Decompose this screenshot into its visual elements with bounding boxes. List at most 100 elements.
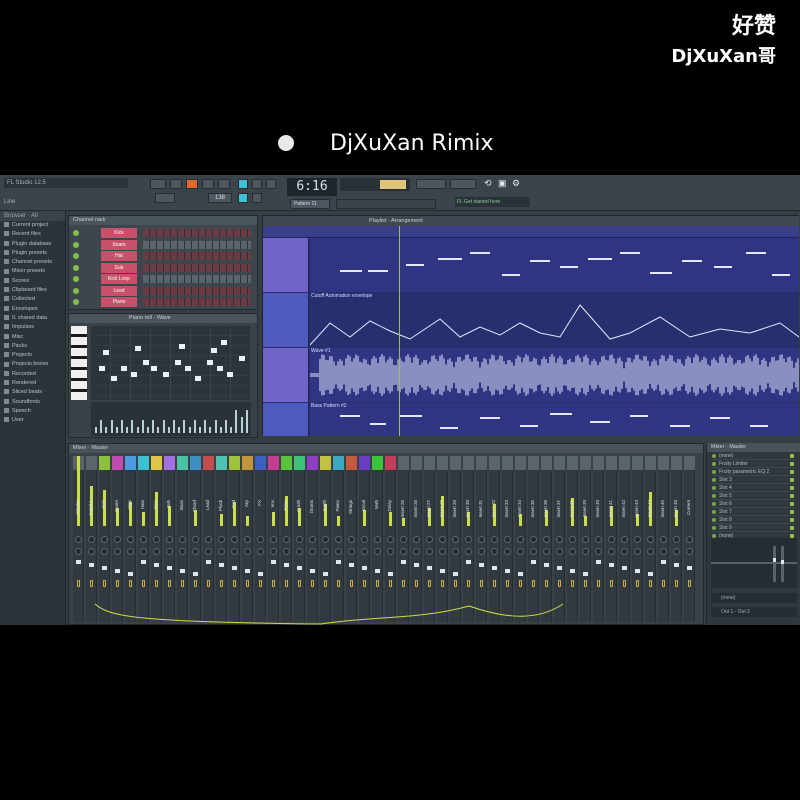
volume-fader[interactable] xyxy=(440,569,445,573)
stereo-knob[interactable] xyxy=(569,548,576,555)
step-sequencer[interactable] xyxy=(143,229,251,237)
slot-mix-icon[interactable] xyxy=(790,470,794,474)
velocity-bar[interactable] xyxy=(209,427,212,433)
volume-fader[interactable] xyxy=(271,560,276,564)
slot-enable-icon[interactable] xyxy=(712,486,716,490)
piano-note[interactable] xyxy=(179,344,185,349)
volume-fader[interactable] xyxy=(375,569,380,573)
stereo-knob[interactable] xyxy=(114,548,121,555)
volume-fader[interactable] xyxy=(544,563,549,567)
volume-fader[interactable] xyxy=(180,569,185,573)
slot-enable-icon[interactable] xyxy=(712,478,716,482)
pan-knob[interactable] xyxy=(569,536,576,543)
playlist-note[interactable] xyxy=(620,252,640,254)
pan-knob[interactable] xyxy=(556,536,563,543)
pan-knob[interactable] xyxy=(673,536,680,543)
browser-item[interactable]: Misc xyxy=(0,333,65,342)
volume-fader[interactable] xyxy=(479,563,484,567)
fx-eq-display[interactable] xyxy=(711,538,797,588)
channel-name-button[interactable]: Kick Loop xyxy=(101,274,137,284)
piano-note[interactable] xyxy=(103,350,109,355)
insert-color-tab[interactable] xyxy=(255,456,266,470)
pan-knob[interactable] xyxy=(101,536,108,543)
insert-color-tab[interactable] xyxy=(671,456,682,470)
velocity-bar[interactable] xyxy=(157,427,160,433)
volume-fader[interactable] xyxy=(336,560,341,564)
fx-out-selector[interactable]: (none) xyxy=(711,593,797,603)
browser-item[interactable]: Plugin presets xyxy=(0,249,65,258)
pan-knob[interactable] xyxy=(543,536,550,543)
track-lane-cutoff[interactable] xyxy=(310,293,799,347)
pan-knob[interactable] xyxy=(517,536,524,543)
pan-knob[interactable] xyxy=(595,536,602,543)
volume-fader[interactable] xyxy=(414,563,419,567)
channel-row[interactable]: Lead xyxy=(73,285,255,296)
insert-color-tab[interactable] xyxy=(567,456,578,470)
volume-fader[interactable] xyxy=(128,572,133,576)
volume-fader[interactable] xyxy=(154,563,159,567)
pan-knob[interactable] xyxy=(452,536,459,543)
stereo-knob[interactable] xyxy=(361,548,368,555)
velocity-bar[interactable] xyxy=(136,427,139,433)
step-sequencer[interactable] xyxy=(143,275,251,283)
stereo-knob[interactable] xyxy=(283,548,290,555)
volume-fader[interactable] xyxy=(310,569,315,573)
insert-color-tab[interactable] xyxy=(606,456,617,470)
view-buttons[interactable] xyxy=(336,199,436,209)
menu-button[interactable] xyxy=(150,179,166,189)
pan-knob[interactable] xyxy=(400,536,407,543)
insert-color-tab[interactable] xyxy=(268,456,279,470)
browser-item[interactable]: Impulses xyxy=(0,323,65,332)
insert-color-tab[interactable] xyxy=(619,456,630,470)
stereo-knob[interactable] xyxy=(296,548,303,555)
pan-knob[interactable] xyxy=(634,536,641,543)
stereo-knob[interactable] xyxy=(595,548,602,555)
insert-color-tab[interactable] xyxy=(489,456,500,470)
pan-knob[interactable] xyxy=(192,536,199,543)
pan-knob[interactable] xyxy=(140,536,147,543)
velocity-lane[interactable] xyxy=(91,402,251,436)
pan-knob[interactable] xyxy=(257,536,264,543)
insert-color-tab[interactable] xyxy=(320,456,331,470)
playlist-note[interactable] xyxy=(550,413,572,415)
playlist-note[interactable] xyxy=(470,252,490,254)
insert-color-tab[interactable] xyxy=(346,456,357,470)
volume-fader[interactable] xyxy=(583,572,588,576)
piano-keyboard[interactable] xyxy=(71,326,87,400)
velocity-bar[interactable] xyxy=(193,420,196,433)
channel-mute-led[interactable] xyxy=(73,287,79,294)
stereo-knob[interactable] xyxy=(660,548,667,555)
volume-fader[interactable] xyxy=(206,560,211,564)
playlist-note[interactable] xyxy=(682,260,702,262)
volume-fader[interactable] xyxy=(531,560,536,564)
piano-note[interactable] xyxy=(131,372,137,377)
track-lane-bass[interactable] xyxy=(310,403,799,436)
countdown-button[interactable] xyxy=(266,179,276,189)
stereo-knob[interactable] xyxy=(140,548,147,555)
insert-color-tab[interactable] xyxy=(216,456,227,470)
stereo-knob[interactable] xyxy=(387,548,394,555)
piano-note[interactable] xyxy=(151,366,157,371)
volume-fader[interactable] xyxy=(388,572,393,576)
volume-fader[interactable] xyxy=(427,566,432,570)
channel-name-button[interactable]: Snare xyxy=(101,239,137,250)
stereo-knob[interactable] xyxy=(88,548,95,555)
browser-item[interactable]: Recorded xyxy=(0,370,65,379)
stereo-knob[interactable] xyxy=(270,548,277,555)
stereo-knob[interactable] xyxy=(218,548,225,555)
pan-knob[interactable] xyxy=(88,536,95,543)
channel-row[interactable]: Sub xyxy=(73,262,255,273)
stereo-knob[interactable] xyxy=(504,548,511,555)
pan-knob[interactable] xyxy=(361,536,368,543)
song-title-field[interactable]: FL Studio 12.5 xyxy=(4,178,128,188)
volume-fader[interactable] xyxy=(115,569,120,573)
pan-knob[interactable] xyxy=(413,536,420,543)
stereo-knob[interactable] xyxy=(374,548,381,555)
pan-knob[interactable] xyxy=(374,536,381,543)
pan-knob[interactable] xyxy=(218,536,225,543)
browser-item[interactable]: Clipboard files xyxy=(0,286,65,295)
volume-fader[interactable] xyxy=(362,566,367,570)
time-display[interactable]: 6:16 xyxy=(287,178,337,196)
playlist-note[interactable] xyxy=(588,258,612,260)
slot-enable-icon[interactable] xyxy=(712,510,716,514)
